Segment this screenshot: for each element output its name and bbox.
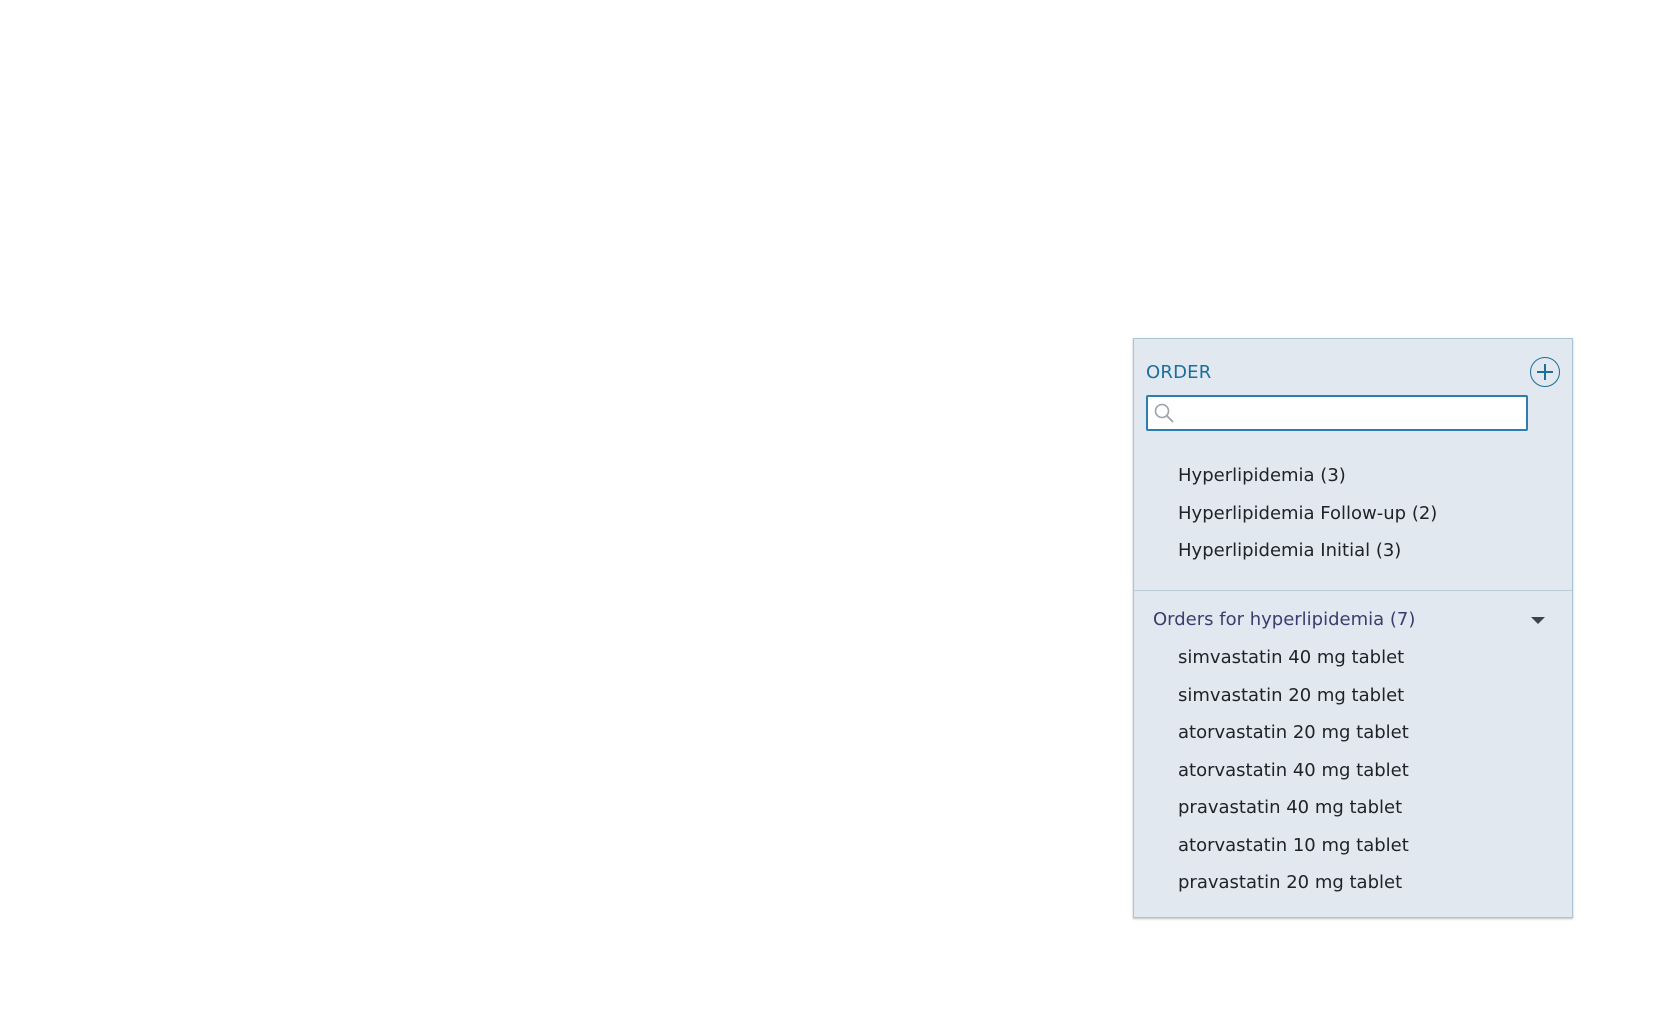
search-icon: [1154, 403, 1174, 423]
suggestion-list: Hyperlipidemia (3) Hyperlipidemia Follow…: [1134, 457, 1572, 570]
order-item[interactable]: simvastatin 20 mg tablet: [1134, 677, 1572, 715]
orders-group-header[interactable]: Orders for hyperlipidemia (7): [1134, 601, 1572, 639]
order-item[interactable]: pravastatin 40 mg tablet: [1134, 789, 1572, 827]
order-item[interactable]: atorvastatin 40 mg tablet: [1134, 752, 1572, 790]
order-item[interactable]: atorvastatin 10 mg tablet: [1134, 827, 1572, 865]
divider: [1134, 590, 1572, 591]
orders-list: simvastatin 40 mg tablet simvastatin 20 …: [1134, 639, 1572, 902]
panel-title: ORDER: [1146, 362, 1212, 383]
order-item[interactable]: pravastatin 20 mg tablet: [1134, 864, 1572, 902]
suggestion-item[interactable]: Hyperlipidemia Initial (3): [1134, 532, 1572, 570]
chevron-down-icon[interactable]: [1531, 617, 1545, 624]
suggestion-item[interactable]: Hyperlipidemia Follow-up (2): [1134, 495, 1572, 533]
order-item[interactable]: simvastatin 40 mg tablet: [1134, 639, 1572, 677]
search-field[interactable]: [1146, 395, 1528, 431]
suggestion-item[interactable]: Hyperlipidemia (3): [1134, 457, 1572, 495]
order-item[interactable]: atorvastatin 20 mg tablet: [1134, 714, 1572, 752]
order-panel-header: ORDER: [1146, 357, 1560, 389]
order-panel: ORDER Hyperlipidemia (3) Hyperlipidemia …: [1133, 338, 1573, 918]
orders-group-title: Orders for hyperlipidemia (7): [1153, 609, 1416, 630]
search-input[interactable]: [1180, 397, 1522, 431]
add-order-button[interactable]: [1530, 357, 1560, 387]
